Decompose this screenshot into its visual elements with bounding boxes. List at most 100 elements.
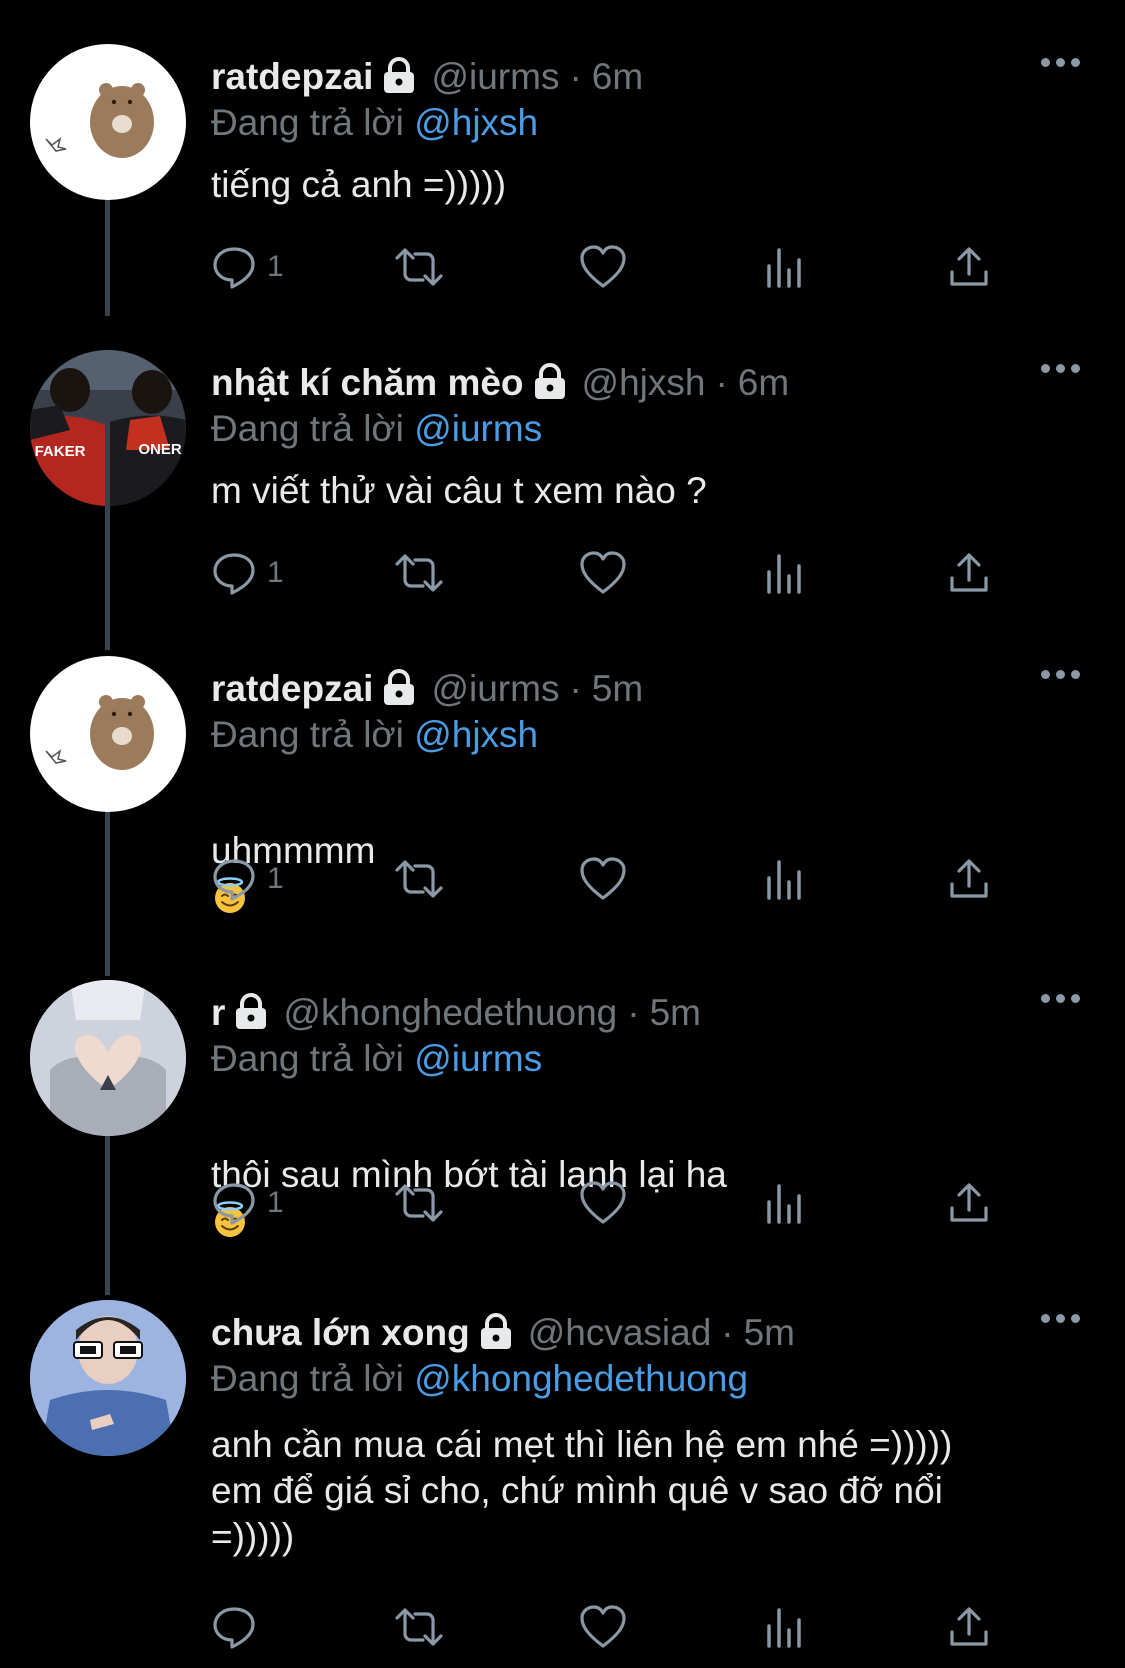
heart-icon	[580, 1181, 626, 1224]
analytics-button[interactable]	[765, 1180, 805, 1226]
avatar[interactable]	[30, 980, 186, 1136]
replying-to: Đang trả lời @hjxsh	[211, 102, 538, 144]
action-bar: 1	[211, 550, 1011, 606]
separator-dot: ·	[721, 1312, 734, 1353]
retweet-button[interactable]	[393, 1180, 445, 1226]
avatar-label: ONER	[138, 441, 182, 458]
separator-dot: ·	[569, 668, 582, 709]
esports-avatar-icon: FAKER ONER	[30, 350, 186, 506]
lock-icon	[532, 362, 568, 405]
bear-avatar-icon	[45, 83, 154, 158]
heart-icon	[580, 1605, 626, 1648]
user-handle[interactable]: @khonghedethuong	[283, 992, 617, 1034]
user-handle[interactable]: @hcvasiad	[528, 1312, 712, 1354]
heart-icon	[580, 245, 626, 288]
tweet-text: tiếng cả anh =)))))	[211, 164, 507, 205]
reply-button[interactable]	[211, 1604, 267, 1650]
like-button[interactable]	[579, 550, 627, 596]
lock-icon	[381, 56, 417, 99]
reply-mention[interactable]: @hjxsh	[414, 102, 538, 143]
like-button[interactable]	[579, 1180, 627, 1226]
thread-line	[105, 196, 110, 316]
replying-to: Đang trả lời @khonghedethuong	[211, 1358, 748, 1400]
retweet-button[interactable]	[393, 244, 445, 290]
display-name[interactable]: r	[211, 992, 225, 1034]
reply-count: 1	[267, 862, 284, 895]
share-button[interactable]	[947, 856, 991, 902]
analytics-button[interactable]	[765, 550, 805, 596]
reply-mention[interactable]: @iurms	[414, 408, 542, 449]
reply-prefix: Đang trả lời	[211, 102, 404, 143]
reply-button[interactable]: 1	[211, 1180, 284, 1226]
tweet-text: m viết thử vài câu t xem nào ?	[211, 470, 707, 511]
user-handle[interactable]: @iurms	[431, 668, 559, 710]
timestamp[interactable]: 5m	[650, 992, 701, 1034]
share-button[interactable]	[947, 244, 991, 290]
reply-prefix: Đang trả lời	[211, 714, 404, 755]
retweet-icon	[395, 248, 443, 286]
separator-dot: ·	[715, 362, 728, 403]
retweet-icon	[395, 860, 443, 898]
reply-mention[interactable]: @iurms	[414, 1038, 542, 1079]
action-bar: 1	[211, 856, 1011, 912]
display-name[interactable]: ratdepzai	[211, 56, 373, 98]
share-button[interactable]	[947, 1180, 991, 1226]
lock-icon	[233, 992, 269, 1035]
action-bar	[211, 1604, 1011, 1660]
analytics-icon	[767, 1184, 801, 1224]
retweet-button[interactable]	[393, 1604, 445, 1650]
tweet-text: anh cần mua cái mẹt thì liên hệ em nhé =…	[211, 1424, 953, 1557]
action-bar: 1	[211, 1180, 1011, 1236]
sunglasses-avatar-icon	[30, 1300, 186, 1456]
retweet-button[interactable]	[393, 550, 445, 596]
retweet-icon	[395, 554, 443, 592]
timestamp[interactable]: 6m	[592, 56, 643, 98]
share-button[interactable]	[947, 1604, 991, 1650]
avatar[interactable]: FAKER ONER	[30, 350, 186, 506]
like-button[interactable]	[579, 1604, 627, 1650]
user-handle[interactable]: @iurms	[431, 56, 559, 98]
more-options-icon[interactable]	[1041, 364, 1080, 373]
analytics-button[interactable]	[765, 244, 805, 290]
analytics-button[interactable]	[765, 1604, 805, 1650]
display-name[interactable]: nhật kí chăm mèo	[211, 362, 524, 404]
share-icon	[950, 859, 988, 898]
timestamp[interactable]: 5m	[744, 1312, 795, 1354]
more-options-icon[interactable]	[1041, 670, 1080, 679]
more-options-icon[interactable]	[1041, 1314, 1080, 1323]
user-handle[interactable]: @hjxsh	[582, 362, 706, 404]
more-options-icon[interactable]	[1041, 994, 1080, 1003]
avatar[interactable]	[30, 656, 186, 812]
heart-hands-avatar-icon	[30, 980, 186, 1136]
avatar[interactable]	[30, 1300, 186, 1456]
reply-icon	[213, 859, 255, 901]
reply-icon	[213, 553, 255, 595]
separator-dot: ·	[569, 56, 582, 97]
replying-to: Đang trả lời @hjxsh	[211, 714, 538, 756]
reply-button[interactable]: 1	[211, 550, 284, 596]
timestamp[interactable]: 5m	[592, 668, 643, 710]
share-icon	[950, 1183, 988, 1222]
action-bar: 1	[211, 244, 1011, 300]
analytics-button[interactable]	[765, 856, 805, 902]
bear-avatar-icon	[45, 695, 154, 770]
reply-prefix: Đang trả lời	[211, 1038, 404, 1079]
like-button[interactable]	[579, 244, 627, 290]
reply-mention[interactable]: @khonghedethuong	[414, 1358, 748, 1399]
reply-count: 1	[267, 556, 284, 589]
timestamp[interactable]: 6m	[738, 362, 789, 404]
avatar-label: FAKER	[35, 443, 86, 460]
display-name[interactable]: ratdepzai	[211, 668, 373, 710]
more-options-icon[interactable]	[1041, 58, 1080, 67]
avatar[interactable]	[30, 44, 186, 200]
like-button[interactable]	[579, 856, 627, 902]
reply-icon	[213, 1183, 255, 1225]
retweet-button[interactable]	[393, 856, 445, 902]
display-name[interactable]: chưa lớn xong	[211, 1312, 470, 1354]
share-button[interactable]	[947, 550, 991, 596]
reply-mention[interactable]: @hjxsh	[414, 714, 538, 755]
analytics-icon	[767, 860, 801, 900]
reply-button[interactable]: 1	[211, 856, 284, 902]
thread-line	[105, 500, 110, 650]
reply-button[interactable]: 1	[211, 244, 284, 290]
